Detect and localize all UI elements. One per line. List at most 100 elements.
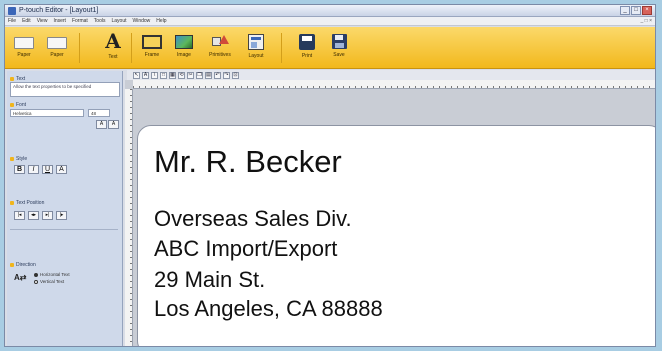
tape-icon [47, 37, 67, 49]
copy-icon[interactable]: ❐ [196, 71, 203, 79]
close-button[interactable]: × [642, 6, 652, 15]
position-section: Text Position |◂ ◂▸ ▸| |▸ [10, 199, 120, 230]
direction-section-title: Direction [16, 261, 36, 268]
rotate-icon[interactable]: ⟲ [178, 71, 185, 79]
section-bullet-icon [10, 200, 14, 205]
menu-file[interactable]: File [8, 18, 16, 24]
bold-button[interactable]: B [14, 165, 25, 174]
image-button[interactable]: Image [171, 31, 197, 67]
primitives-button[interactable]: Primitives [203, 31, 237, 67]
app-window: P-touch Editor - [Layout1] _ □ × File Ed… [4, 4, 656, 347]
layout-canvas[interactable]: Mr. R. Becker Overseas Sales Div. ABC Im… [125, 80, 655, 346]
radio-selected-icon [34, 272, 38, 277]
hint-box: Allow the text properties to be specifie… [10, 82, 120, 97]
menu-view[interactable]: View [37, 18, 48, 24]
underline-button[interactable]: U [42, 165, 53, 174]
text-effect-button[interactable]: A [56, 165, 67, 174]
layout-icon [248, 34, 264, 50]
shapes-icon [210, 35, 230, 49]
maximize-button[interactable]: □ [631, 6, 641, 15]
section-bullet-icon [10, 262, 14, 267]
font-size-select[interactable]: 48 [88, 109, 110, 117]
grow-font-button[interactable]: A [96, 120, 107, 129]
font-select[interactable]: Helvetica [10, 109, 84, 117]
print-label: Print [301, 53, 313, 59]
label-address-line-2[interactable]: ABC Import/Export [154, 236, 337, 262]
frame-button[interactable]: Frame [139, 31, 165, 67]
justify-button[interactable]: |▸ [56, 211, 67, 220]
print-button[interactable]: Print [295, 31, 319, 67]
grid-icon[interactable]: ▦ [169, 71, 176, 79]
label-address-line-3[interactable]: 29 Main St. [154, 267, 265, 293]
rectangle-tool-icon[interactable]: □ [160, 71, 167, 79]
paper-button-2[interactable]: Paper [41, 31, 73, 67]
select-arrow-icon[interactable]: ↖ [133, 71, 140, 79]
text-label: Text [108, 54, 118, 60]
zoom-icon[interactable]: ⊡ [232, 71, 239, 79]
paste-icon[interactable]: ▤ [205, 71, 212, 79]
section-bullet-icon [10, 156, 14, 161]
text-icon: A [105, 29, 121, 53]
save-button[interactable]: Save [327, 31, 351, 67]
paper-label-2: Paper [50, 52, 64, 58]
image-label: Image [177, 52, 191, 58]
printer-icon [299, 34, 315, 50]
frame-label: Frame [144, 52, 160, 58]
layout-label: Layout [248, 53, 264, 59]
menu-format[interactable]: Format [72, 18, 88, 24]
text-tool-icon[interactable]: A [142, 71, 149, 79]
properties-panel: Text Allow the text properties to be spe… [7, 71, 123, 346]
horizontal-text-option[interactable]: Horizontal Text [34, 272, 70, 277]
hint-text: Allow the text properties to be specifie… [13, 84, 92, 89]
align-center-button[interactable]: ◂▸ [28, 211, 39, 220]
menu-window[interactable]: Window [133, 18, 151, 24]
font-value: Helvetica [13, 111, 32, 116]
tape-icon [14, 37, 34, 49]
paper-button-1[interactable]: Paper [9, 31, 39, 67]
line-tool-icon[interactable]: \ [151, 71, 158, 79]
text-button[interactable]: A Text [101, 31, 125, 67]
cut-icon[interactable]: ✂ [187, 71, 194, 79]
ribbon-separator [281, 33, 282, 63]
vertical-ruler [125, 89, 133, 346]
position-section-title: Text Position [16, 199, 45, 206]
label-name-line[interactable]: Mr. R. Becker [154, 144, 342, 180]
paper-label-1: Paper [17, 52, 31, 58]
ribbon-separator [131, 33, 132, 63]
layout-button[interactable]: Layout [241, 31, 271, 67]
image-icon [175, 35, 193, 49]
minimize-button[interactable]: _ [620, 6, 630, 15]
direction-preview-icon: A⇄ [14, 273, 27, 282]
spacing-row[interactable] [10, 229, 118, 243]
save-icon [331, 34, 347, 49]
title-bar: P-touch Editor - [Layout1] _ □ × [5, 5, 655, 17]
vertical-text-label: Vertical Text [40, 279, 65, 284]
horizontal-text-label: Horizontal Text [40, 272, 70, 277]
italic-button[interactable]: I [28, 165, 39, 174]
drawing-toolbar: ↖ A \ □ ▦ ⟲ ✂ ❐ ▤ ↶ ↷ ⊡ [127, 70, 655, 80]
text-section: Text Allow the text properties to be spe… [10, 75, 120, 97]
undo-icon[interactable]: ↶ [214, 71, 221, 79]
shrink-font-button[interactable]: A [108, 120, 119, 129]
frame-icon [142, 35, 162, 49]
redo-icon[interactable]: ↷ [223, 71, 230, 79]
menu-tools[interactable]: Tools [94, 18, 106, 24]
menu-help[interactable]: Help [156, 18, 166, 24]
style-section: Style B I U A [10, 155, 120, 174]
vertical-text-option[interactable]: Vertical Text [34, 279, 64, 284]
menu-layout[interactable]: Layout [111, 18, 126, 24]
ribbon-separator [79, 33, 80, 63]
align-left-button[interactable]: |◂ [14, 211, 25, 220]
align-right-button[interactable]: ▸| [42, 211, 53, 220]
menu-bar: File Edit View Insert Format Tools Layou… [5, 17, 655, 26]
primitives-label: Primitives [209, 52, 231, 58]
label-preview[interactable]: Mr. R. Becker Overseas Sales Div. ABC Im… [137, 125, 655, 346]
style-section-title: Style [16, 155, 28, 162]
app-icon [8, 7, 16, 15]
menu-insert[interactable]: Insert [53, 18, 66, 24]
label-address-line-1[interactable]: Overseas Sales Div. [154, 206, 352, 232]
label-address-line-4[interactable]: Los Angeles, CA 88888 [154, 296, 383, 322]
document-window-buttons[interactable]: _ □ × [641, 18, 653, 24]
menu-edit[interactable]: Edit [22, 18, 31, 24]
save-label: Save [333, 52, 345, 58]
